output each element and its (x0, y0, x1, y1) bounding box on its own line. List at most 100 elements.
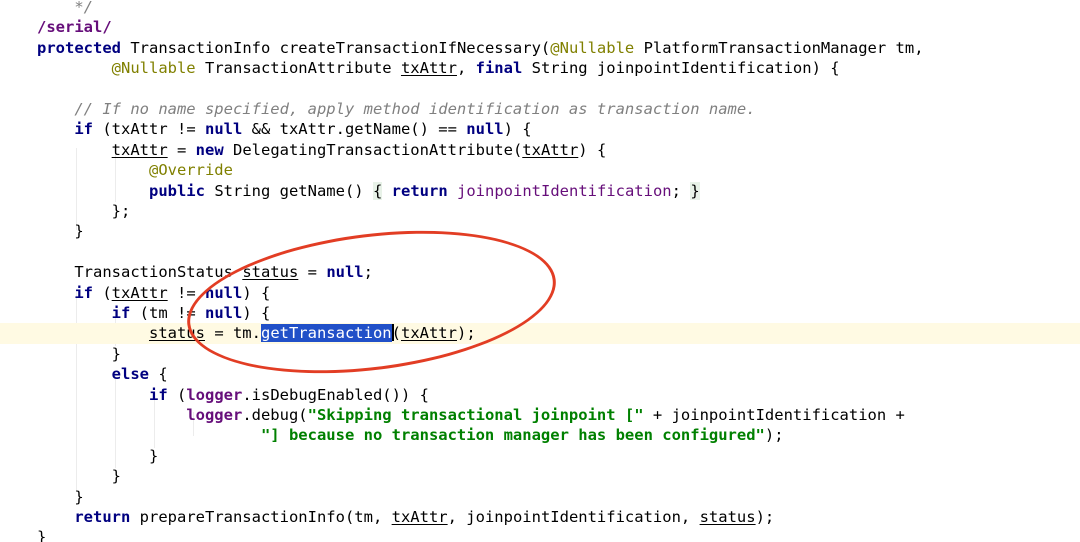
code-token: TransactionAttribute (195, 59, 401, 78)
code-line[interactable]: // If no name specified, apply method id… (0, 99, 1080, 119)
code-token: TransactionInfo createTransactionIfNeces… (121, 38, 551, 57)
code-line[interactable]: */ (0, 0, 1080, 17)
code-line[interactable]: @Nullable TransactionAttribute txAttr, f… (0, 58, 1080, 78)
code-line[interactable]: if (txAttr != null) { (0, 283, 1080, 303)
code-token: null (204, 120, 243, 139)
code-line-text: logger.debug("Skipping transactional joi… (37, 405, 905, 425)
code-line-text: return prepareTransactionInfo(tm, txAttr… (37, 507, 774, 527)
code-token: return (74, 508, 131, 526)
code-token: if (148, 385, 168, 404)
code-token: return (391, 181, 448, 200)
code-line[interactable]: } (0, 487, 1080, 507)
code-line[interactable]: protected TransactionInfo createTransact… (0, 38, 1080, 58)
code-line[interactable] (0, 242, 1080, 262)
code-line[interactable]: } (0, 466, 1080, 486)
code-token: null (466, 120, 504, 139)
code-line[interactable]: public String getName() { return joinpoi… (0, 181, 1080, 201)
code-token: = (167, 140, 196, 159)
code-token: }; (37, 202, 131, 220)
code-line[interactable]: if (txAttr != null && txAttr.getName() =… (0, 119, 1080, 139)
code-token: status (242, 263, 299, 282)
code-line[interactable]: "] because no transaction manager has be… (0, 425, 1080, 445)
code-token: ); (456, 324, 476, 343)
code-line[interactable] (0, 79, 1080, 99)
code-token: ); (755, 508, 775, 526)
code-token: String joinpointIdentification) { (522, 59, 840, 78)
code-token: txAttr (391, 508, 448, 526)
code-token: new (195, 140, 224, 159)
code-token: ( (167, 385, 187, 404)
code-line[interactable]: } (0, 527, 1080, 542)
code-token: ; (671, 181, 691, 200)
code-token: , joinpointIdentification, (447, 508, 700, 526)
code-editor[interactable]: */ /serial/protected TransactionInfo crea… (0, 0, 1080, 542)
code-token: txAttr (111, 140, 168, 159)
code-token: ( (391, 324, 401, 343)
code-token: /serial/ (37, 18, 112, 37)
code-line[interactable]: } (0, 446, 1080, 466)
code-line-text: @Override (37, 160, 233, 180)
code-line-text: } (37, 344, 121, 364)
code-line-text: else { (37, 364, 168, 384)
code-line[interactable]: if (tm != null) { (0, 303, 1080, 323)
code-line-text: protected TransactionInfo createTransact… (37, 38, 924, 58)
code-token: "] because no transaction manager has be… (260, 426, 765, 445)
code-token: null (205, 283, 243, 302)
code-token: Nullable (559, 38, 635, 57)
code-token: } (37, 487, 84, 506)
code-token: } (37, 446, 159, 465)
code-token: } (690, 181, 700, 200)
code-line-text: /serial/ (37, 17, 112, 37)
code-token: .debug( (242, 406, 308, 424)
code-token: ; (363, 263, 373, 282)
code-line[interactable]: /serial/ (0, 17, 1080, 37)
code-token: = tm. (204, 324, 261, 343)
code-token: status (699, 508, 756, 526)
code-token: = (298, 263, 327, 282)
code-line-text: public String getName() { return joinpoi… (37, 181, 700, 201)
code-line-text: } (37, 487, 84, 507)
code-token: "Skipping transactional joinpoint [" (307, 406, 644, 424)
code-line[interactable]: if (logger.isDebugEnabled()) { (0, 385, 1080, 405)
code-token: + joinpointIdentification + (643, 406, 905, 424)
code-line[interactable]: }; (0, 201, 1080, 221)
code-token: */ (37, 0, 93, 16)
code-token: { (148, 365, 168, 384)
code-line[interactable]: @Override (0, 160, 1080, 180)
code-token: logger (186, 406, 243, 424)
code-token: prepareTransactionInfo(tm, (130, 508, 392, 526)
code-token: txAttr (400, 59, 457, 78)
code-token: { (372, 181, 383, 200)
code-line[interactable]: else { (0, 364, 1080, 384)
code-line[interactable]: txAttr = new DelegatingTransactionAttrib… (0, 140, 1080, 160)
code-line-text: } (37, 527, 46, 542)
code-line[interactable]: } (0, 221, 1080, 241)
code-line[interactable]: return prepareTransactionInfo(tm, txAttr… (0, 507, 1080, 527)
code-line-text: }; (37, 201, 131, 221)
code-token: if (111, 304, 131, 322)
code-token: txAttr (400, 324, 457, 343)
code-line-text: } (37, 221, 83, 241)
code-token: status (148, 324, 205, 343)
code-line[interactable]: logger.debug("Skipping transactional joi… (0, 405, 1080, 425)
code-token: ); (764, 426, 784, 445)
code-token: } (37, 344, 121, 363)
code-line-text: } (37, 466, 121, 486)
code-token: (txAttr != (93, 120, 205, 139)
current-code-line[interactable]: status = tm.getTransaction(txAttr); (0, 323, 1080, 344)
code-token: if (74, 283, 93, 302)
code-line[interactable]: } (0, 344, 1080, 364)
code-line[interactable]: TransactionStatus status = null; (0, 262, 1080, 282)
code-token: if (74, 120, 93, 139)
